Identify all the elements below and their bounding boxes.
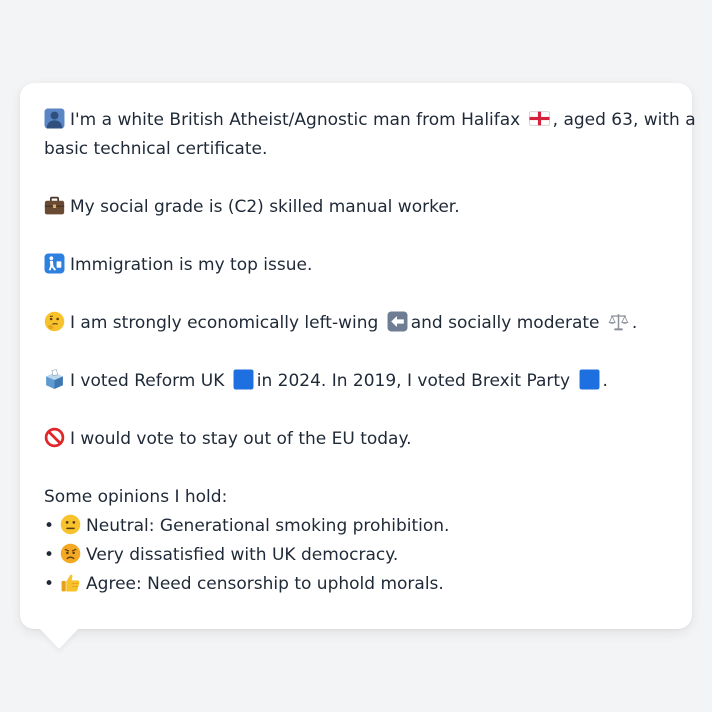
identity-text: I'm a white British Atheist/Agnostic man… — [70, 110, 521, 130]
opinion-text: Very dissatisfied with UK democracy. — [86, 545, 399, 565]
eu-stance-paragraph: I would vote to stay out of the EU today… — [44, 425, 668, 454]
voting-history-paragraph: I voted Reform UK in 2024. In 2019, I vo… — [44, 367, 668, 396]
political-view-paragraph: I am strongly economically left-wing and… — [44, 309, 668, 338]
ballot-box-icon — [46, 369, 63, 389]
political-view-text-b: and socially moderate — [410, 313, 600, 333]
prohibited-icon — [44, 427, 65, 448]
opinions-heading: Some opinions I hold: — [44, 487, 228, 507]
list-item: • Agree: Need censorship to uphold moral… — [44, 570, 668, 599]
message-bubble: I'm a white British Atheist/Agnostic man… — [20, 83, 696, 629]
person-silhouette-icon — [44, 108, 65, 129]
bullet: • — [44, 516, 55, 536]
top-issue-text: Immigration is my top issue. — [70, 255, 313, 275]
identity-paragraph: I'm a white British Atheist/Agnostic man… — [44, 106, 696, 164]
briefcase-icon — [44, 196, 65, 215]
voting-history-text-b: in 2024. In 2019, I voted Brexit Party — [256, 371, 571, 391]
eu-stance-text: I would vote to stay out of the EU today… — [70, 429, 412, 449]
left-arrow-icon — [387, 311, 408, 332]
england-flag-icon — [528, 111, 550, 126]
angry-face-icon — [60, 543, 81, 564]
blue-square-icon — [579, 369, 599, 390]
top-issue-paragraph: Immigration is my top issue. — [44, 251, 668, 280]
opinion-text: Agree: Need censorship to uphold morals. — [86, 574, 444, 594]
social-grade-text: My social grade is (C2) skilled manual w… — [70, 197, 460, 217]
blue-square-icon — [233, 369, 254, 390]
passport-control-icon — [44, 253, 65, 274]
opinion-text: Neutral: Generational smoking prohibitio… — [86, 516, 450, 536]
bullet: • — [44, 545, 55, 565]
balance-scale-icon — [608, 314, 629, 331]
bubble-tail — [40, 629, 78, 649]
voting-history-text-c: . — [602, 371, 608, 391]
political-view-text-a: I am strongly economically left-wing — [70, 313, 379, 333]
opinions-section: Some opinions I hold: • Neutral: Generat… — [44, 483, 668, 599]
thinking-face-icon — [44, 311, 65, 332]
neutral-face-icon — [60, 514, 81, 535]
thumbs-up-icon — [61, 574, 80, 592]
political-view-text-c: . — [631, 313, 638, 333]
identity-text-line2: basic technical certificate. — [44, 139, 268, 159]
list-item: • Neutral: Generational smoking prohibit… — [44, 512, 668, 541]
identity-text-tail: , aged 63, with a — [552, 110, 696, 130]
bullet: • — [44, 574, 55, 594]
voting-history-text-a: I voted Reform UK — [70, 371, 225, 391]
social-grade-paragraph: My social grade is (C2) skilled manual w… — [44, 193, 668, 222]
list-item: • Very dissatisfied with UK democracy. — [44, 541, 668, 570]
